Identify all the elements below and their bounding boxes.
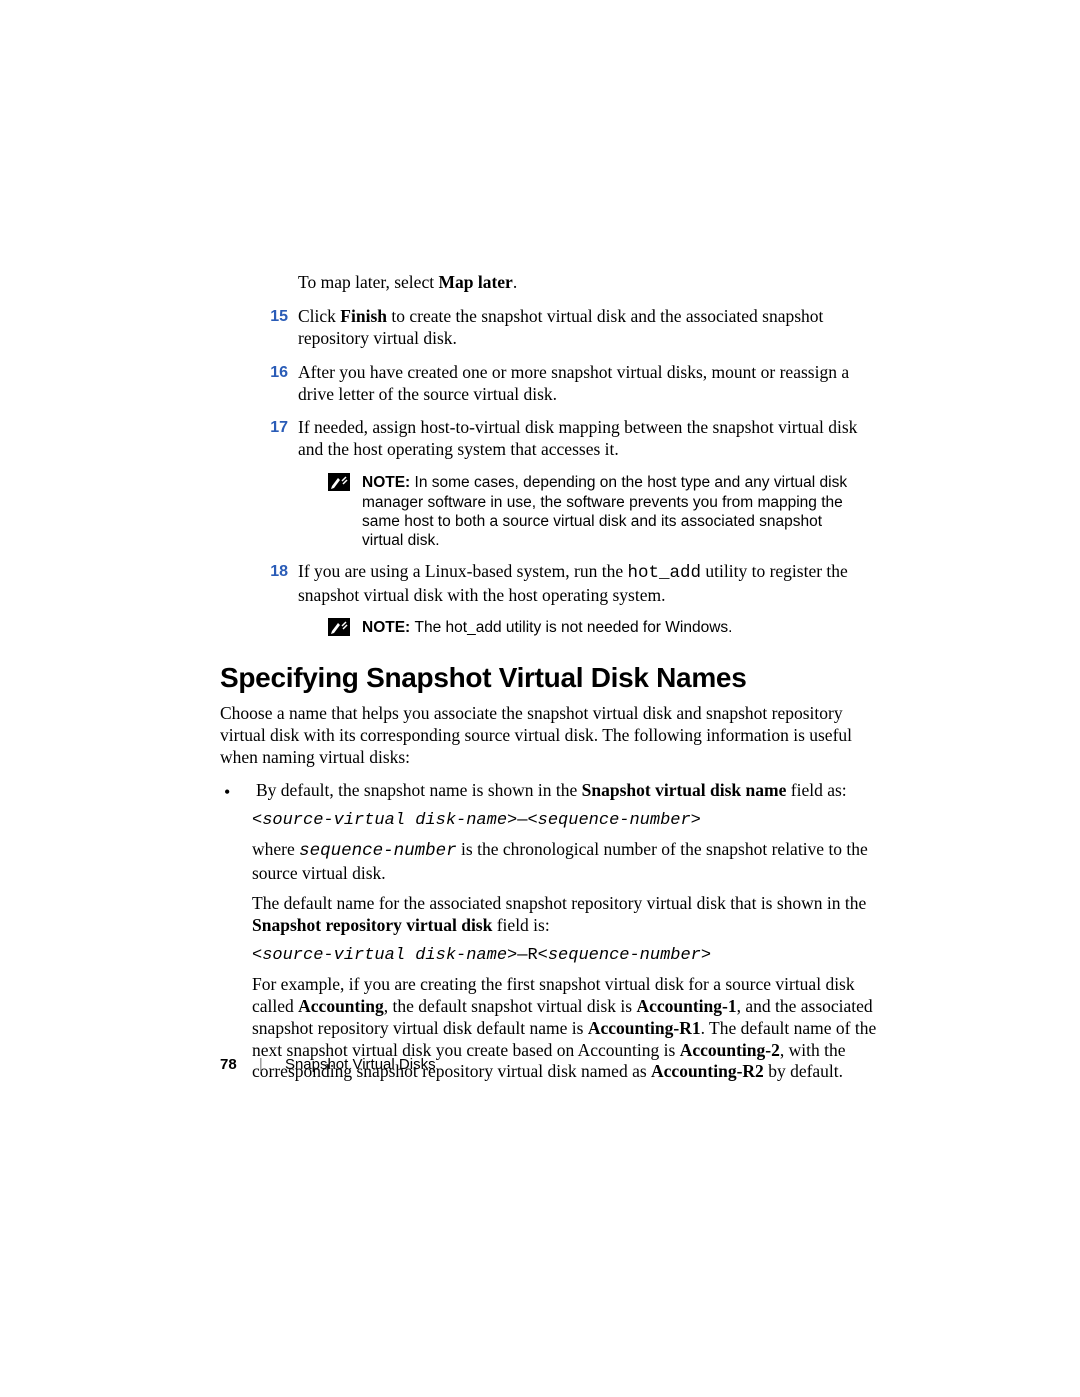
code-text: <sequence-number> bbox=[527, 811, 700, 830]
bold-text: Map later bbox=[438, 272, 512, 292]
text: By default, the snapshot name is shown i… bbox=[256, 780, 582, 800]
section-intro: Choose a name that helps you associate t… bbox=[220, 703, 880, 769]
step-body: If you are using a Linux-based system, r… bbox=[298, 561, 880, 607]
bold-text: Accounting bbox=[298, 996, 384, 1016]
bold-text: Snapshot virtual disk name bbox=[582, 780, 787, 800]
step-number: 17 bbox=[250, 417, 298, 461]
text: by default. bbox=[764, 1061, 843, 1081]
text: where bbox=[252, 839, 299, 859]
code-text: <sequence-number> bbox=[538, 946, 711, 965]
bullet-body: By default, the snapshot name is shown i… bbox=[256, 780, 880, 804]
section-heading: Specifying Snapshot Virtual Disk Names bbox=[220, 660, 880, 695]
note-label: NOTE: bbox=[362, 474, 415, 491]
code-line: <source-virtual disk-name>—R<sequence-nu… bbox=[252, 945, 880, 966]
text: To map later, select bbox=[298, 272, 438, 292]
text: The default name for the associated snap… bbox=[252, 893, 866, 913]
page: To map later, select Map later. 15 Click… bbox=[0, 0, 1080, 1397]
step-15: 15 Click Finish to create the snapshot v… bbox=[250, 306, 880, 350]
paragraph: where sequence-number is the chronologic… bbox=[252, 839, 880, 885]
step-number: 18 bbox=[250, 561, 298, 607]
step-18: 18 If you are using a Linux-based system… bbox=[250, 561, 880, 607]
code-text: — bbox=[517, 811, 527, 830]
code-inline: hot_add bbox=[628, 563, 702, 583]
footer-separator: | bbox=[259, 1056, 263, 1073]
text: . bbox=[513, 272, 517, 292]
step-body: After you have created one or more snaps… bbox=[298, 362, 880, 406]
text: In some cases, depending on the host typ… bbox=[362, 474, 847, 549]
step-number: 15 bbox=[250, 306, 298, 350]
bullet-marker: • bbox=[220, 780, 256, 804]
code-inline: sequence-number bbox=[299, 841, 457, 861]
step-17: 17 If needed, assign host-to-virtual dis… bbox=[250, 417, 880, 461]
text: The hot_add utility is not needed for Wi… bbox=[415, 619, 733, 636]
code-text: —R bbox=[517, 946, 537, 965]
text: field is: bbox=[492, 915, 549, 935]
step-16: 16 After you have created one or more sn… bbox=[250, 362, 880, 406]
code-line: <source-virtual disk-name>—<sequence-num… bbox=[252, 810, 880, 831]
note-icon bbox=[328, 473, 352, 551]
note-label: NOTE: bbox=[362, 619, 415, 636]
text: Click bbox=[298, 306, 340, 326]
bold-text: Accounting-R2 bbox=[651, 1061, 764, 1081]
step-number: 16 bbox=[250, 362, 298, 406]
bullet-item: • By default, the snapshot name is shown… bbox=[220, 780, 880, 804]
step-body: Click Finish to create the snapshot virt… bbox=[298, 306, 880, 350]
page-footer: 78 | Snapshot Virtual Disks bbox=[220, 1056, 436, 1075]
note-text: NOTE: In some cases, depending on the ho… bbox=[362, 473, 854, 551]
intro-line: To map later, select Map later. bbox=[298, 272, 880, 294]
bold-text: Accounting-1 bbox=[636, 996, 736, 1016]
note-block: NOTE: The hot_add utility is not needed … bbox=[298, 618, 880, 641]
bold-text: Finish bbox=[340, 306, 387, 326]
paragraph: The default name for the associated snap… bbox=[252, 893, 880, 937]
note-text: NOTE: The hot_add utility is not needed … bbox=[362, 618, 854, 641]
code-text: <source-virtual disk-name> bbox=[252, 811, 517, 830]
step-body: If needed, assign host-to-virtual disk m… bbox=[298, 417, 880, 461]
page-number: 78 bbox=[220, 1056, 237, 1073]
text: If you are using a Linux-based system, r… bbox=[298, 561, 628, 581]
note-block: NOTE: In some cases, depending on the ho… bbox=[298, 473, 880, 551]
code-text: <source-virtual disk-name> bbox=[252, 946, 517, 965]
text: , the default snapshot virtual disk is bbox=[384, 996, 637, 1016]
note-icon bbox=[328, 618, 352, 641]
footer-section: Snapshot Virtual Disks bbox=[285, 1056, 436, 1073]
text: field as: bbox=[786, 780, 846, 800]
bold-text: Accounting-2 bbox=[680, 1040, 780, 1060]
bold-text: Snapshot repository virtual disk bbox=[252, 915, 492, 935]
bold-text: Accounting-R1 bbox=[588, 1018, 701, 1038]
